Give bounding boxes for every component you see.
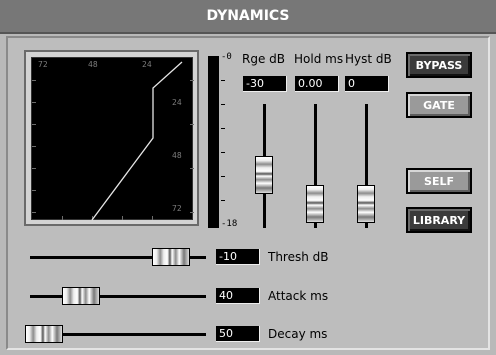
- range-value[interactable]: -30: [243, 76, 287, 92]
- meter-top-label: -0: [221, 52, 232, 62]
- attack-slider-thumb[interactable]: [62, 287, 101, 305]
- level-meter: [208, 56, 219, 228]
- transfer-graph: 72 48 24 24 48 72: [31, 57, 194, 221]
- transfer-graph-frame: 72 48 24 24 48 72: [24, 50, 199, 226]
- thresh-slider-thumb[interactable]: [151, 248, 190, 266]
- bypass-button[interactable]: BYPASS: [406, 52, 472, 78]
- range-slider-thumb[interactable]: [255, 156, 273, 195]
- window-title: DYNAMICS: [206, 8, 290, 24]
- meter-tick: [221, 176, 225, 177]
- decay-label: Decay ms: [268, 327, 328, 341]
- range-label: Rge dB: [242, 52, 286, 66]
- gate-button[interactable]: GATE: [406, 92, 472, 118]
- thresh-value[interactable]: -10: [216, 249, 260, 265]
- decay-slider-thumb[interactable]: [25, 325, 63, 343]
- hyst-slider-thumb[interactable]: [357, 185, 375, 223]
- hold-slider-thumb[interactable]: [306, 185, 324, 223]
- library-button[interactable]: LIBRARY: [406, 207, 472, 233]
- attack-label: Attack ms: [268, 289, 329, 303]
- self-button[interactable]: SELF: [406, 168, 472, 194]
- hyst-label: Hyst dB: [345, 52, 392, 66]
- meter-tick: [221, 104, 225, 105]
- hyst-value[interactable]: 0: [345, 76, 389, 92]
- hold-label: Hold ms: [294, 52, 344, 66]
- thresh-label: Thresh dB: [268, 250, 329, 264]
- hold-value[interactable]: 0.00: [295, 76, 339, 92]
- meter-tick: [221, 80, 225, 81]
- meter-tick: [221, 128, 225, 129]
- decay-value[interactable]: 50: [216, 326, 260, 342]
- transfer-curve-svg: [91, 61, 183, 221]
- dynamics-window: DYNAMICS 72 48 24 24 48 72 -0 -18 Rge dB…: [0, 0, 496, 355]
- meter-bottom-label: -18: [221, 219, 238, 229]
- meter-tick: [221, 200, 225, 201]
- attack-slider-track[interactable]: [30, 295, 206, 298]
- meter-tick: [221, 152, 225, 153]
- transfer-curve: [91, 61, 183, 221]
- attack-value[interactable]: 40: [216, 288, 260, 304]
- title-bar: DYNAMICS: [0, 0, 496, 34]
